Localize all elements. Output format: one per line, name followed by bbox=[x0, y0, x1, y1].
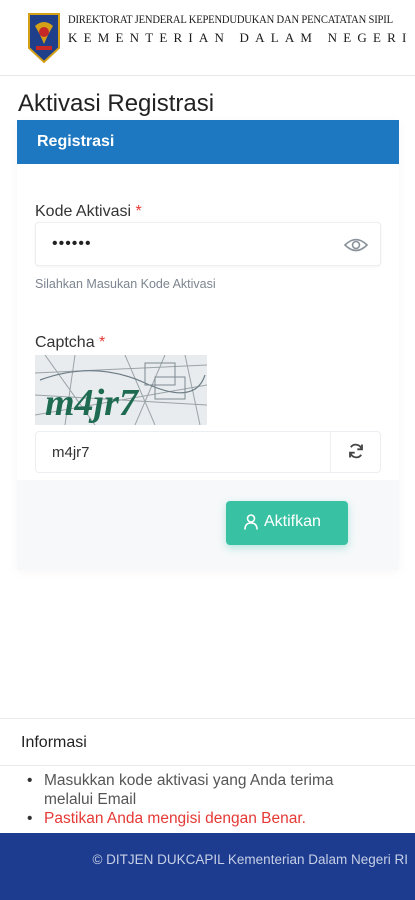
refresh-icon bbox=[349, 443, 363, 459]
activation-code-label: Kode Aktivasi * bbox=[35, 203, 142, 221]
agency-name: DIREKTORAT JENDERAL KEPENDUDUKAN DAN PEN… bbox=[68, 14, 408, 46]
captcha-label-text: Captcha bbox=[35, 334, 95, 351]
page-title: Aktivasi Registrasi bbox=[18, 90, 215, 117]
info-title: Informasi bbox=[21, 734, 87, 751]
captcha-label: Captcha * bbox=[35, 334, 105, 352]
activate-button-label: Aktifkan bbox=[264, 513, 321, 530]
agency-line-1: DIREKTORAT JENDERAL KEPENDUDUKAN DAN PEN… bbox=[68, 14, 393, 26]
activation-code-input[interactable]: •••••• bbox=[35, 222, 381, 266]
registration-card: Registrasi Kode Aktivasi * •••••• Silahk… bbox=[17, 120, 399, 570]
info-item: Masukkan kode aktivasi yang Anda terima … bbox=[27, 771, 384, 809]
captcha-input-value: m4jr7 bbox=[52, 444, 90, 461]
captcha-noise: m4jr7 bbox=[35, 355, 207, 425]
activate-button[interactable]: Aktifkan bbox=[226, 501, 348, 545]
captcha-text: m4jr7 bbox=[45, 382, 140, 424]
activation-code-value: •••••• bbox=[52, 235, 92, 252]
page-footer: © DITJEN DUKCAPIL Kementerian Dalam Nege… bbox=[0, 833, 415, 900]
captcha-image: m4jr7 bbox=[35, 355, 207, 425]
info-divider bbox=[0, 765, 415, 766]
info-list: Masukkan kode aktivasi yang Anda terima … bbox=[27, 771, 384, 828]
eye-icon[interactable] bbox=[344, 235, 368, 255]
user-icon bbox=[244, 514, 258, 530]
activation-code-help: Silahkan Masukan Kode Aktivasi bbox=[35, 277, 216, 291]
refresh-captcha-button[interactable] bbox=[330, 432, 380, 472]
footer-copyright: © DITJEN DUKCAPIL Kementerian Dalam Nege… bbox=[92, 852, 408, 867]
info-item-warning: Pastikan Anda mengisi dengan Benar. bbox=[27, 809, 384, 828]
app-header: DIREKTORAT JENDERAL KEPENDUDUKAN DAN PEN… bbox=[0, 0, 415, 76]
garuda-emblem-icon bbox=[28, 13, 60, 64]
info-panel: Informasi Masukkan kode aktivasi yang An… bbox=[0, 718, 415, 833]
card-header: Registrasi bbox=[17, 120, 399, 164]
agency-line-2: KEMENTERIAN DALAM NEGERI bbox=[68, 30, 413, 45]
captcha-input[interactable]: m4jr7 bbox=[35, 431, 381, 473]
card-footer: Aktifkan bbox=[17, 480, 399, 570]
required-mark: * bbox=[135, 203, 142, 220]
activation-code-label-text: Kode Aktivasi bbox=[35, 203, 132, 220]
required-mark: * bbox=[99, 334, 106, 351]
